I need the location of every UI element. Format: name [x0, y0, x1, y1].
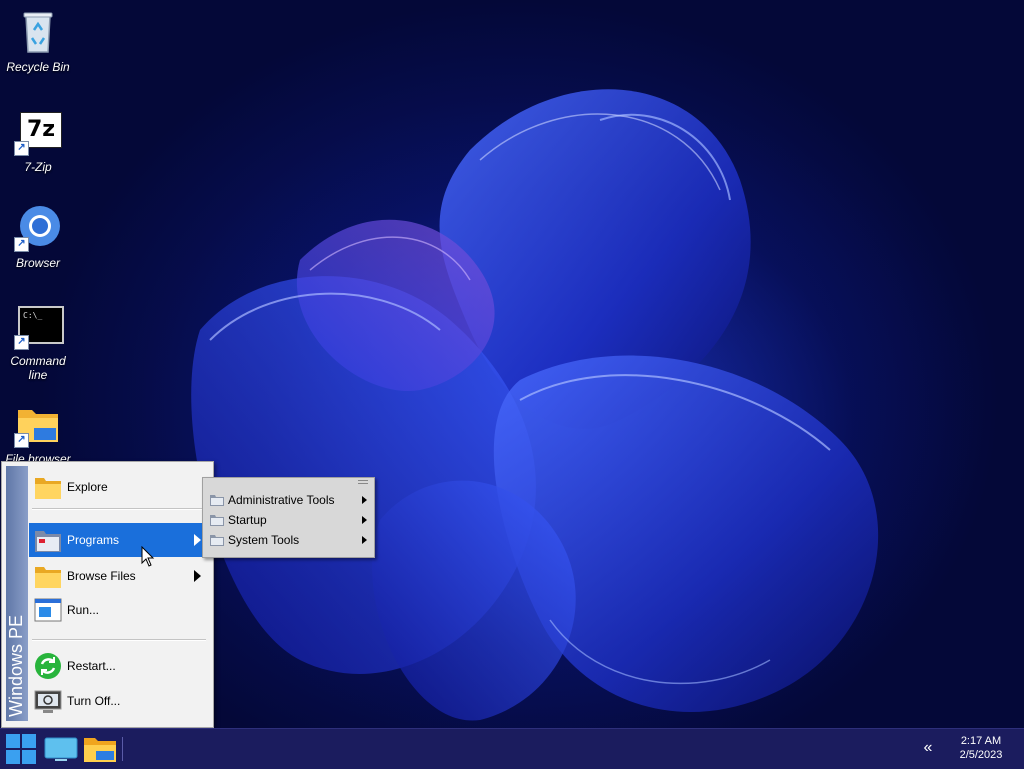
submenu-arrow-icon	[194, 570, 201, 582]
programs-icon	[33, 525, 63, 555]
start-menu-item-label: Turn Off...	[67, 694, 121, 708]
start-menu-item-explore[interactable]: Explore	[29, 470, 207, 504]
taskbar-separator	[122, 737, 123, 761]
cmd-glyph: C:\_	[23, 311, 43, 320]
shortcut-arrow-icon: ↗	[14, 335, 29, 350]
restart-icon	[33, 651, 63, 681]
show-hidden-icons-button[interactable]: «	[918, 737, 938, 759]
start-menu-item-label: Browse Files	[67, 569, 136, 583]
recycle-bin-icon	[14, 8, 62, 56]
7zip-icon: 7z ↗	[14, 108, 62, 156]
desktop-icon	[44, 737, 78, 761]
desktop: Recycle Bin 7z ↗ 7-Zip ↗ Browser C:\_ ↗	[0, 0, 1024, 728]
submenu-item-label: Startup	[228, 513, 267, 527]
start-menu-item-run[interactable]: Run...	[29, 593, 207, 627]
desktop-icon-label: 7-Zip	[24, 160, 52, 174]
folder-icon	[33, 472, 63, 502]
taskbar: « 2:17 AM 2/5/2023	[0, 728, 1024, 769]
file-explorer-icon	[84, 738, 116, 762]
start-button[interactable]	[4, 733, 38, 765]
submenu-arrow-icon	[194, 534, 201, 546]
clock-date: 2/5/2023	[959, 749, 1003, 761]
desktop-icon-label: Recycle Bin	[6, 60, 70, 74]
start-menu-separator	[32, 639, 206, 641]
turn-off-icon	[33, 686, 63, 716]
submenu-item-label: System Tools	[228, 533, 300, 547]
start-menu: Windows PE Explore Programs Browse Files	[1, 461, 214, 728]
shortcut-arrow-icon: ↗	[14, 433, 29, 448]
start-menu-item-label: Explore	[67, 480, 108, 494]
desktop-icon-file-browser[interactable]: ↗ File browser	[0, 400, 76, 466]
submenu-grip	[358, 480, 368, 484]
desktop-icon-label: Browser	[15, 256, 60, 270]
start-menu-item-label: Run...	[67, 603, 100, 617]
submenu-arrow-icon	[362, 516, 367, 524]
run-icon	[33, 595, 63, 625]
programs-submenu: Administrative Tools Startup System Tool…	[202, 477, 375, 558]
chevron-left-icon: «	[923, 739, 933, 756]
taskbar-show-desktop-button[interactable]	[43, 733, 79, 765]
desktop-icon-browser[interactable]: ↗ Browser	[0, 204, 76, 270]
start-menu-item-browse-files[interactable]: Browse Files	[29, 559, 207, 593]
mouse-cursor-icon	[141, 546, 155, 567]
chromium-icon: ↗	[14, 204, 62, 252]
shortcut-arrow-icon: ↗	[14, 141, 29, 156]
submenu-item-system-tools[interactable]: System Tools	[209, 530, 369, 550]
folder-icon	[33, 561, 63, 591]
submenu-item-startup[interactable]: Startup	[209, 510, 369, 530]
start-menu-item-programs[interactable]: Programs	[29, 523, 207, 557]
clock-time: 2:17 AM	[960, 735, 1002, 747]
program-folder-icon	[209, 493, 225, 507]
start-menu-item-label: Programs	[67, 533, 120, 547]
shortcut-arrow-icon: ↗	[14, 237, 29, 252]
desktop-icon-label: Command line	[10, 354, 66, 382]
folder-icon: ↗	[14, 400, 62, 448]
start-menu-item-turn-off[interactable]: Turn Off...	[29, 684, 207, 718]
windows-logo-icon	[6, 734, 36, 764]
program-folder-icon	[209, 533, 225, 547]
desktop-icon-command-line[interactable]: C:\_ ↗ Command line	[0, 302, 76, 382]
start-menu-item-label: Restart...	[67, 659, 116, 673]
taskbar-clock[interactable]: 2:17 AM 2/5/2023	[944, 734, 1018, 762]
start-menu-item-restart[interactable]: Restart...	[29, 649, 207, 683]
submenu-arrow-icon	[362, 536, 367, 544]
command-prompt-icon: C:\_ ↗	[14, 302, 64, 350]
submenu-arrow-icon	[362, 496, 367, 504]
taskbar-file-explorer-button[interactable]	[82, 733, 118, 765]
submenu-item-label: Administrative Tools	[228, 493, 335, 507]
program-folder-icon	[209, 513, 225, 527]
start-menu-banner: Windows PE	[6, 466, 28, 721]
desktop-icon-recycle-bin[interactable]: Recycle Bin	[0, 8, 76, 74]
submenu-item-administrative-tools[interactable]: Administrative Tools	[209, 490, 369, 510]
start-menu-separator	[32, 508, 206, 510]
start-menu-banner-text: Windows PE	[6, 614, 26, 717]
desktop-icon-7zip[interactable]: 7z ↗ 7-Zip	[0, 108, 76, 174]
